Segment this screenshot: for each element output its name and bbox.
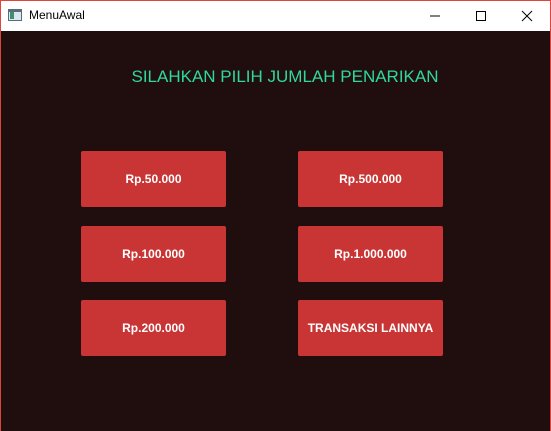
minimize-button[interactable]	[412, 1, 458, 31]
close-icon	[521, 10, 533, 22]
withdraw-100000-button[interactable]: Rp.100.000	[81, 226, 226, 282]
app-icon[interactable]	[8, 9, 22, 21]
withdraw-500000-button[interactable]: Rp.500.000	[298, 151, 443, 207]
maximize-button[interactable]	[458, 1, 504, 31]
other-transaction-button[interactable]: TRANSAKSI LAINNYA	[298, 300, 443, 356]
title-bar[interactable]: MenuAwal	[1, 1, 550, 31]
app-window: MenuAwal SILAHKAN PILIH JUMLAH PENARIKAN…	[0, 0, 551, 431]
minimize-icon	[430, 15, 440, 17]
maximize-icon	[476, 11, 486, 21]
withdrawal-panel: SILAHKAN PILIH JUMLAH PENARIKAN Rp.50.00…	[1, 31, 550, 431]
close-button[interactable]	[504, 1, 550, 31]
withdraw-1000000-button[interactable]: Rp.1.000.000	[298, 226, 443, 282]
window-title: MenuAwal	[29, 8, 85, 22]
withdraw-50000-button[interactable]: Rp.50.000	[81, 151, 226, 207]
page-heading: SILAHKAN PILIH JUMLAH PENARIKAN	[131, 67, 439, 86]
withdraw-200000-button[interactable]: Rp.200.000	[81, 300, 226, 356]
